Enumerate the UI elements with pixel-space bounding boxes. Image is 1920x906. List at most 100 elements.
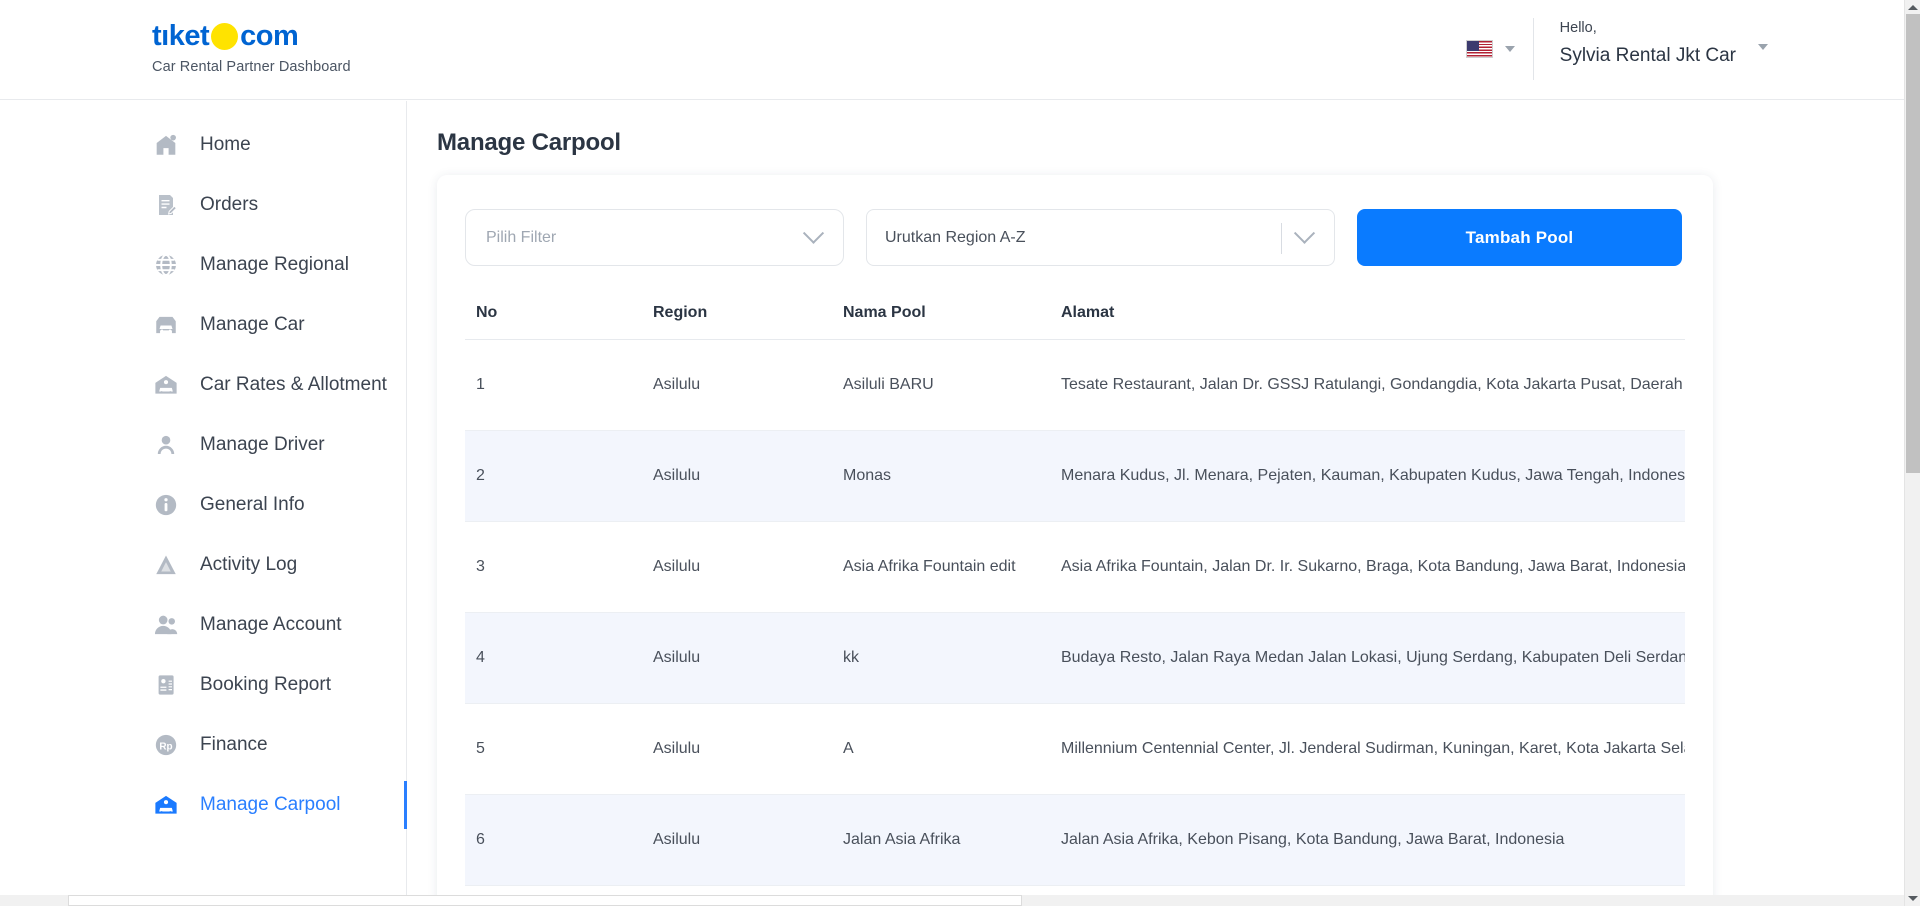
activity-icon xyxy=(152,551,180,579)
sidebar-item-manage-regional[interactable]: Manage Regional xyxy=(0,235,406,295)
vertical-scrollbar-thumb[interactable] xyxy=(1906,14,1920,473)
cell-alamat: Asia Afrika Fountain, Jalan Dr. Ir. Suka… xyxy=(1061,522,1685,613)
cell-nama-pool: Jalan Asia Afrika xyxy=(843,795,1061,886)
scroll-down-arrow-icon[interactable] xyxy=(1908,896,1918,901)
cell-nama-pool: kk xyxy=(843,613,1061,704)
carpool-icon xyxy=(152,791,180,819)
cell-alamat: Budaya Resto, Jalan Raya Medan Jalan Lok… xyxy=(1061,613,1685,704)
top-header: tıket com Car Rental Partner Dashboard H… xyxy=(0,0,1904,100)
scroll-up-arrow-icon[interactable] xyxy=(1908,5,1918,10)
sidebar-item-label: Booking Report xyxy=(200,674,331,696)
column-header-nama-pool[interactable]: Nama Pool xyxy=(843,304,1061,340)
sidebar-item-label: Home xyxy=(200,134,251,156)
sidebar-item-manage-car[interactable]: Manage Car xyxy=(0,295,406,355)
page-title: Manage Carpool xyxy=(437,129,621,157)
logo-dot-icon xyxy=(211,23,238,50)
sidebar-item-label: Manage Driver xyxy=(200,434,325,456)
sidebar-item-label: Finance xyxy=(200,734,268,756)
app-viewport: tıket com Car Rental Partner Dashboard H… xyxy=(0,0,1920,906)
cell-no: 5 xyxy=(465,704,653,795)
brand-block: tıket com Car Rental Partner Dashboard xyxy=(152,20,351,75)
carpool-table-scroll: No Region Nama Pool Alamat 1AsiluluAsilu… xyxy=(465,304,1685,886)
sidebar-item-finance[interactable]: Rp Finance xyxy=(0,715,406,775)
table-row[interactable]: 3AsiluluAsia Afrika Fountain editAsia Af… xyxy=(465,522,1685,613)
cell-alamat: Jalan Asia Afrika, Kebon Pisang, Kota Ba… xyxy=(1061,795,1685,886)
column-header-no[interactable]: No xyxy=(465,304,653,340)
table-row[interactable]: 6AsiluluJalan Asia AfrikaJalan Asia Afri… xyxy=(465,795,1685,886)
orders-icon xyxy=(152,191,180,219)
home-icon xyxy=(152,131,180,159)
carpool-table: No Region Nama Pool Alamat 1AsiluluAsilu… xyxy=(465,304,1685,886)
table-row[interactable]: 4AsilulukkBudaya Resto, Jalan Raya Medan… xyxy=(465,613,1685,704)
cell-nama-pool: Asia Afrika Fountain edit xyxy=(843,522,1061,613)
tiket-logo[interactable]: tıket com xyxy=(152,20,351,52)
car-icon xyxy=(152,311,180,339)
horizontal-scrollbar[interactable] xyxy=(0,895,1904,906)
column-header-region[interactable]: Region xyxy=(653,304,843,340)
sidebar-item-manage-carpool[interactable]: Manage Carpool xyxy=(0,775,406,835)
garage-car-icon xyxy=(152,371,180,399)
table-row[interactable]: 1AsiluluAsiluli BARUTesate Restaurant, J… xyxy=(465,340,1685,431)
add-pool-button[interactable]: Tambah Pool xyxy=(1357,209,1682,266)
cell-region: Asilulu xyxy=(653,704,843,795)
table-head: No Region Nama Pool Alamat xyxy=(465,304,1685,340)
sidebar-item-label: Orders xyxy=(200,194,258,216)
sidebar-item-label: Activity Log xyxy=(200,554,297,576)
sidebar-nav: Home Orders Ma xyxy=(0,101,407,906)
sidebar-item-home[interactable]: Home xyxy=(0,115,406,175)
report-icon xyxy=(152,671,180,699)
horizontal-scrollbar-thumb[interactable] xyxy=(68,895,1022,906)
sidebar-item-activity-log[interactable]: Activity Log xyxy=(0,535,406,595)
cell-no: 2 xyxy=(465,431,653,522)
table-row[interactable]: 2AsiluluMonasMenara Kudus, Jl. Menara, P… xyxy=(465,431,1685,522)
user-text-block: Hello, Sylvia Rental Jkt Car xyxy=(1560,18,1736,70)
info-icon xyxy=(152,491,180,519)
main-content: Manage Carpool Pilih Filter Urutkan Regi… xyxy=(408,101,1904,906)
carpool-card: Pilih Filter Urutkan Region A-Z Tambah P… xyxy=(437,175,1713,906)
sidebar-item-manage-driver[interactable]: Manage Driver xyxy=(0,415,406,475)
vertical-scrollbar[interactable] xyxy=(1904,0,1920,906)
chevron-down-icon xyxy=(803,223,824,244)
chevron-down-icon xyxy=(1758,44,1768,50)
cell-no: 1 xyxy=(465,340,653,431)
cell-region: Asilulu xyxy=(653,431,843,522)
language-selector[interactable] xyxy=(1466,18,1533,80)
svg-text:Rp: Rp xyxy=(159,742,172,753)
column-header-alamat[interactable]: Alamat xyxy=(1061,304,1685,340)
table-body: 1AsiluluAsiluli BARUTesate Restaurant, J… xyxy=(465,340,1685,886)
cell-nama-pool: A xyxy=(843,704,1061,795)
user-menu[interactable]: Hello, Sylvia Rental Jkt Car xyxy=(1560,18,1768,70)
sidebar-item-booking-report[interactable]: Booking Report xyxy=(0,655,406,715)
us-flag-icon xyxy=(1466,40,1493,58)
rupiah-icon: Rp xyxy=(152,731,180,759)
globe-icon xyxy=(152,251,180,279)
cell-region: Asilulu xyxy=(653,340,843,431)
people-icon xyxy=(152,611,180,639)
sort-divider xyxy=(1281,223,1282,254)
filter-placeholder-label: Pilih Filter xyxy=(466,229,556,247)
filter-dropdown[interactable]: Pilih Filter xyxy=(465,209,844,266)
cell-nama-pool: Asiluli BARU xyxy=(843,340,1061,431)
cell-region: Asilulu xyxy=(653,795,843,886)
cell-alamat: Tesate Restaurant, Jalan Dr. GSSJ Ratula… xyxy=(1061,340,1685,431)
sidebar-item-general-info[interactable]: General Info xyxy=(0,475,406,535)
sidebar-item-car-rates-allotment[interactable]: Car Rates & Allotment xyxy=(0,355,406,415)
sidebar-item-label: Manage Regional xyxy=(200,254,349,276)
dashboard-subtitle: Car Rental Partner Dashboard xyxy=(152,59,351,75)
sidebar-item-orders[interactable]: Orders xyxy=(0,175,406,235)
sidebar-item-label: Car Rates & Allotment xyxy=(200,374,387,396)
chevron-down-icon xyxy=(1294,223,1315,244)
cell-alamat: Millennium Centennial Center, Jl. Jender… xyxy=(1061,704,1685,795)
sidebar-item-label: General Info xyxy=(200,494,305,516)
table-controls: Pilih Filter Urutkan Region A-Z Tambah P… xyxy=(465,209,1685,266)
sidebar-item-label: Manage Carpool xyxy=(200,794,340,816)
sidebar-item-manage-account[interactable]: Manage Account xyxy=(0,595,406,655)
cell-region: Asilulu xyxy=(653,522,843,613)
cell-no: 6 xyxy=(465,795,653,886)
cell-alamat: Menara Kudus, Jl. Menara, Pejaten, Kauma… xyxy=(1061,431,1685,522)
cell-no: 4 xyxy=(465,613,653,704)
sort-dropdown[interactable]: Urutkan Region A-Z xyxy=(866,209,1335,266)
person-icon xyxy=(152,431,180,459)
logo-text-com: com xyxy=(240,22,298,51)
table-row[interactable]: 5AsiluluAMillennium Centennial Center, J… xyxy=(465,704,1685,795)
